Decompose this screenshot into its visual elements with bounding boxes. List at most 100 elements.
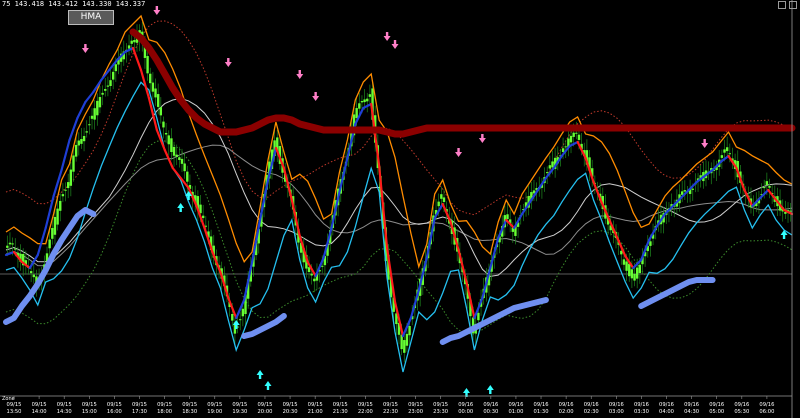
- time-tick-date: 09/15: [32, 402, 47, 408]
- time-tick-time: 05:30: [734, 409, 749, 415]
- time-tick-date: 09/15: [308, 402, 323, 408]
- candle-body: [201, 215, 205, 219]
- candle-body: [405, 333, 409, 346]
- candle-body: [29, 271, 33, 274]
- candle-body: [96, 100, 99, 116]
- time-tick-date: 09/16: [609, 402, 624, 408]
- time-tick-date: 09/15: [383, 402, 398, 408]
- candle-body: [239, 319, 242, 321]
- candle-body: [683, 190, 687, 192]
- candle-body: [506, 214, 509, 220]
- candle-body: [66, 182, 70, 189]
- time-tick-time: 03:00: [609, 409, 624, 415]
- candle-body: [127, 45, 131, 49]
- candle-body: [61, 194, 65, 197]
- candle-body: [56, 208, 59, 225]
- candle-body: [765, 181, 769, 186]
- time-tick-time: 04:30: [684, 409, 699, 415]
- candle-body: [111, 71, 115, 80]
- time-tick-time: 20:00: [257, 409, 272, 415]
- time-tick-time: 19:30: [232, 409, 247, 415]
- candle-body: [442, 197, 446, 203]
- candle-body: [8, 242, 12, 245]
- candle-body: [53, 216, 57, 235]
- candle-body: [649, 241, 652, 246]
- candle-body: [180, 158, 184, 164]
- time-tick-date: 09/15: [182, 402, 197, 408]
- time-tick-time: 05:00: [709, 409, 724, 415]
- time-tick-time: 15:00: [82, 409, 97, 415]
- time-tick-time: 00:30: [483, 409, 498, 415]
- candle-body: [231, 313, 234, 321]
- candle-body: [32, 274, 35, 278]
- candle-body: [477, 312, 480, 321]
- time-tick-date: 09/15: [7, 402, 22, 408]
- candle-body: [69, 169, 73, 186]
- candle-body: [310, 273, 313, 276]
- time-tick-time: 19:00: [207, 409, 222, 415]
- candle-body: [358, 103, 361, 109]
- time-tick-time: 20:30: [283, 409, 298, 415]
- candle-body: [691, 188, 694, 190]
- time-tick-time: 21:00: [308, 409, 323, 415]
- candle-body: [154, 88, 157, 98]
- candle-body: [241, 308, 245, 317]
- time-tick-time: 06:00: [759, 409, 774, 415]
- time-tick-date: 09/15: [132, 402, 147, 408]
- time-tick-date: 09/16: [534, 402, 549, 408]
- candle-body: [178, 157, 181, 160]
- candle-body: [437, 201, 440, 207]
- time-tick-date: 09/16: [734, 402, 749, 408]
- time-tick-time: 21:30: [333, 409, 348, 415]
- candle-body: [403, 340, 406, 353]
- candle-body: [186, 171, 189, 182]
- time-tick-date: 09/16: [508, 402, 523, 408]
- time-tick-time: 01:30: [534, 409, 549, 415]
- candle-body: [14, 248, 17, 250]
- hma-indicator-button[interactable]: HMA: [68, 10, 114, 25]
- time-tick-date: 09/16: [709, 402, 724, 408]
- zone-label: Zone: [2, 396, 15, 402]
- time-tick-date: 09/15: [232, 402, 247, 408]
- window-restore-icon[interactable]: [778, 1, 786, 9]
- time-tick-date: 09/16: [584, 402, 599, 408]
- window-close-icon[interactable]: [789, 1, 797, 9]
- time-tick-date: 09/15: [157, 402, 172, 408]
- time-tick-time: 14:00: [32, 409, 47, 415]
- candle-body: [106, 85, 110, 87]
- candle-body: [130, 40, 133, 44]
- candle-body: [577, 134, 581, 140]
- candle-body: [167, 135, 170, 145]
- time-tick-time: 18:00: [157, 409, 172, 415]
- time-tick-date: 09/15: [82, 402, 97, 408]
- time-tick-date: 09/15: [333, 402, 348, 408]
- time-tick-time: 03:30: [634, 409, 649, 415]
- candle-body: [561, 148, 565, 152]
- time-tick-date: 09/16: [634, 402, 649, 408]
- time-tick-date: 09/16: [483, 402, 498, 408]
- candle-body: [11, 243, 14, 245]
- time-tick-date: 09/15: [107, 402, 122, 408]
- candle-body: [360, 101, 364, 103]
- time-tick-time: 17:30: [132, 409, 147, 415]
- candle-body: [408, 325, 411, 336]
- candle-body: [6, 245, 9, 248]
- time-tick-time: 22:30: [383, 409, 398, 415]
- candle-body: [569, 135, 573, 143]
- candle-body: [183, 163, 186, 172]
- time-tick-date: 09/15: [283, 402, 298, 408]
- time-tick-date: 09/15: [408, 402, 423, 408]
- candle-body: [723, 149, 726, 153]
- time-tick-date: 09/16: [759, 402, 774, 408]
- candle-body: [363, 99, 366, 103]
- candle-body: [633, 273, 636, 281]
- candle-body: [638, 264, 642, 274]
- candle-body: [172, 146, 176, 156]
- candle-body: [109, 80, 112, 86]
- candle-body: [90, 115, 94, 119]
- price-chart[interactable]: 09/1513:5009/1514:0009/1514:3009/1515:00…: [0, 0, 800, 418]
- time-tick-date: 09/16: [559, 402, 574, 408]
- candle-body: [146, 56, 149, 74]
- candle-body: [74, 144, 78, 157]
- time-tick-date: 09/16: [659, 402, 674, 408]
